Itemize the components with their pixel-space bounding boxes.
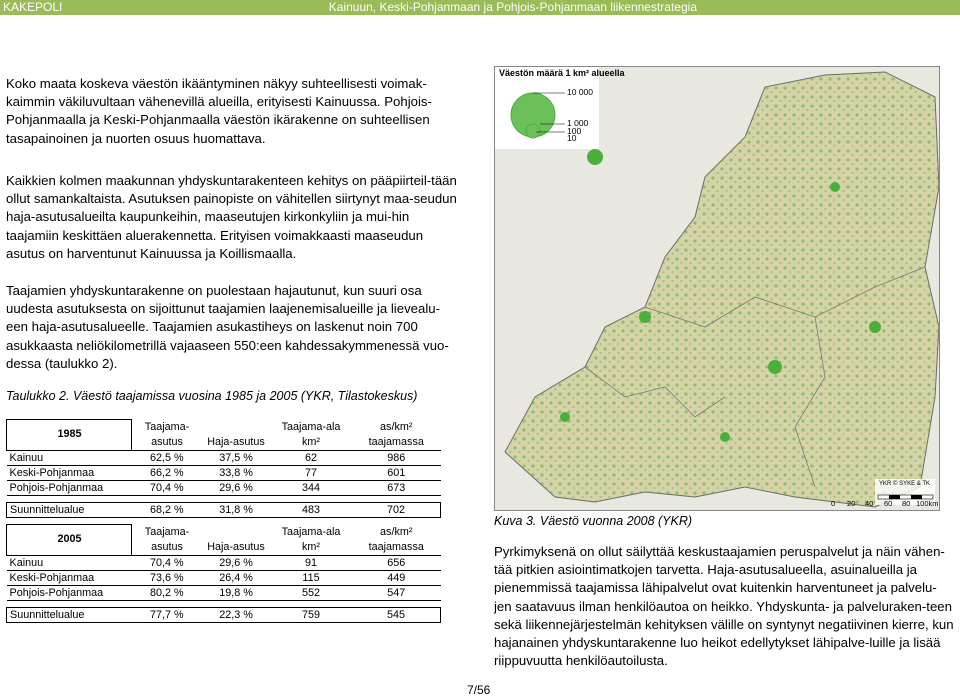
legend-value: 10 000 [567, 87, 593, 97]
scale-label: 0 [831, 499, 836, 508]
legend-value: 10 [567, 133, 577, 143]
table-row: Keski-Pohjanmaa 73,6 % 26,4 % 115 449 [6, 569, 441, 585]
table-row: Kainuu 70,4 % 29,6 % 91 656 [6, 554, 441, 570]
col-header: as/km² [380, 525, 413, 538]
scale-label: 80 [902, 499, 911, 508]
table-year-label: 1985 [6, 419, 132, 451]
col-header: Taajama- [144, 420, 190, 433]
table-2005: 2005 Taajama- Taajama-ala as/km² asutus … [6, 524, 441, 623]
city-dot [720, 432, 730, 442]
table-1985: 1985 Taajama- Taajama-ala as/km² asutus … [6, 419, 441, 518]
col-header: km² [302, 435, 320, 448]
map-caption: Kuva 3. Väestö vuonna 2008 (YKR) [494, 514, 693, 528]
paragraph-4: Pyrkimyksenä on ollut säilyttää keskusta… [494, 544, 954, 669]
legend-circle-100 [530, 132, 536, 138]
scale-label: 60 [884, 499, 893, 508]
population-map: Väestön määrä 1 km² alueella 10 000 1 00… [494, 66, 940, 511]
paragraph-3: Taajamien yhdyskuntarakenne on puolestaa… [6, 283, 449, 371]
col-header: Taajama-ala [281, 525, 341, 538]
city-dot [830, 182, 840, 192]
scale-label: 20 [847, 499, 856, 508]
paragraph-2: Kaikkien kolmen maakunnan yhdyskuntarake… [6, 173, 457, 261]
map-credit: YKR © SYKE & TK [879, 481, 930, 487]
col-header: taajamassa [368, 540, 424, 553]
table-row: Pohjois-Pohjanmaa 80,2 % 19,8 % 552 547 [6, 584, 441, 600]
col-header: Haja-asutus [207, 435, 265, 448]
map-graphic [495, 67, 939, 508]
col-header: km² [302, 540, 320, 553]
scale-label: 40 [865, 499, 874, 508]
table-total-row: Suunnittelualue 68,2 % 31,8 % 483 702 [6, 501, 441, 518]
page-number: 7/56 [467, 683, 491, 697]
header-bar: KAKEPOLI Kainuun, Keski-Pohjanmaan ja Po… [0, 0, 960, 15]
city-dot [560, 412, 570, 422]
scale-label: 100km [916, 499, 939, 508]
table-year-label: 2005 [6, 524, 132, 556]
col-header: Taajama- [144, 525, 190, 538]
col-header: asutus [151, 540, 183, 553]
table-row: Pohjois-Pohjanmaa 70,4 % 29,6 % 344 673 [6, 479, 441, 495]
table-caption: Taulukko 2. Väestö taajamissa vuosina 19… [6, 389, 418, 403]
city-dot [869, 321, 881, 333]
table-row: Kainuu 62,5 % 37,5 % 62 986 [6, 449, 441, 465]
col-header: Taajama-ala [281, 420, 341, 433]
col-header: as/km² [380, 420, 413, 433]
table-row: Keski-Pohjanmaa 66,2 % 33,8 % 77 601 [6, 464, 441, 480]
table-total-row: Suunnittelualue 77,7 % 22,3 % 759 545 [6, 606, 441, 623]
paragraph-1: Koko maata koskeva väestön ikääntyminen … [6, 76, 432, 146]
header-left-title: KAKEPOLI [3, 0, 63, 14]
city-dot [768, 360, 782, 374]
city-dot [587, 149, 603, 165]
header-right-title: Kainuun, Keski-Pohjanmaan ja Pohjois-Poh… [328, 0, 697, 14]
col-header: asutus [151, 435, 183, 448]
city-dot [639, 311, 651, 323]
legend-title: Väestön määrä 1 km² alueella [499, 68, 625, 78]
col-header: Haja-asutus [207, 540, 265, 553]
col-header: taajamassa [368, 435, 424, 448]
